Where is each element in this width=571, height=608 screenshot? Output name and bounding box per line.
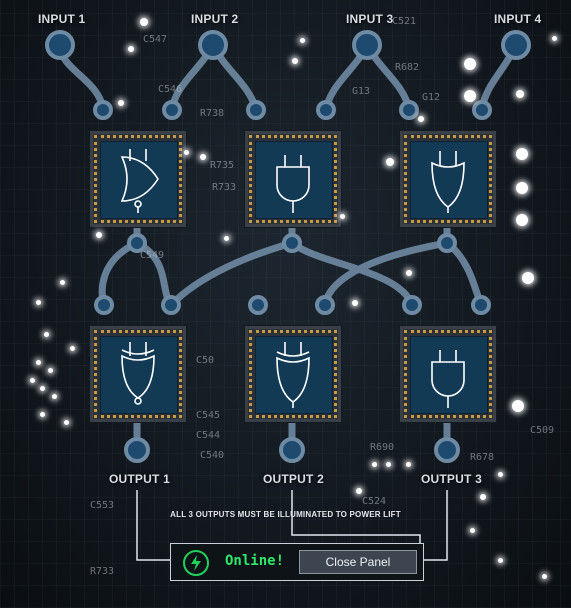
led-light [40,386,45,391]
silkscreen-label: C546 [158,84,183,95]
led-light [552,36,557,41]
xor-gate-icon [276,342,310,408]
and-gate-icon [276,155,310,213]
led-light [70,346,75,351]
output-3-label: OUTPUT 3 [421,472,482,486]
led-light [40,412,45,417]
led-light [118,100,124,106]
led-light [352,300,358,306]
led-light [512,400,524,412]
input-3-label: INPUT 3 [346,12,394,26]
nor-gate-icon [120,149,159,213]
led-light [184,150,189,155]
led-light [542,574,547,579]
led-light [356,488,362,494]
silkscreen-label: R735 [210,160,235,171]
or-gate-icon [431,151,465,213]
led-light [52,394,57,399]
silkscreen-label: C545 [196,410,221,421]
led-light [386,158,394,166]
silkscreen-label: C540 [200,450,225,461]
led-light [418,116,424,122]
silkscreen-label: C509 [530,425,555,436]
led-light [406,270,412,276]
led-light [224,236,229,241]
gate-bottom-3[interactable] [399,325,497,423]
led-light [200,154,206,160]
led-light [128,46,134,52]
silkscreen-label: R738 [200,108,225,119]
gate-top-1[interactable] [89,130,187,228]
output-1-label: OUTPUT 1 [109,472,170,486]
led-light [498,558,503,563]
led-light [470,528,475,533]
silkscreen-label: R678 [470,452,495,463]
led-light [516,148,528,160]
led-light [516,214,528,226]
led-light [36,360,41,365]
silkscreen-label: R733 [90,566,115,577]
led-light [516,90,524,98]
power-bolt-icon [183,550,209,576]
led-light [386,462,391,467]
close-panel-button[interactable]: Close Panel [299,550,417,574]
status-text: Online! [225,553,285,569]
silkscreen-label: C521 [392,16,417,27]
led-light [340,214,345,219]
led-light [60,280,65,285]
led-light [480,494,486,500]
led-light [36,300,41,305]
led-light [498,472,503,477]
led-light [44,332,49,337]
gate-bottom-1[interactable] [89,325,187,423]
silkscreen-label: G13 [352,86,371,97]
silkscreen-label: C50 [196,355,215,366]
input-2-label: INPUT 2 [191,12,239,26]
led-light [96,232,102,238]
led-light [48,368,53,373]
led-light [406,462,411,467]
led-light [64,420,69,425]
led-light [522,272,534,284]
led-light [292,58,298,64]
input-4-label: INPUT 4 [494,12,542,26]
and-gate-icon [431,350,465,408]
led-light [140,18,148,26]
silkscreen-label: R682 [395,62,420,73]
gate-top-2[interactable] [244,130,342,228]
input-1-label: INPUT 1 [38,12,86,26]
silkscreen-label: G12 [422,92,441,103]
silkscreen-label: R733 [212,182,237,193]
led-light [464,90,476,102]
silkscreen-label: C544 [196,430,221,441]
led-light [516,182,528,194]
output-2-label: OUTPUT 2 [263,472,324,486]
led-light [372,462,377,467]
control-panel: Online! Close Panel [170,543,424,581]
led-light [300,38,305,43]
instruction-text: ALL 3 OUTPUTS MUST BE ILLUMINATED TO POW… [170,510,401,519]
silkscreen-label: C549 [140,250,165,261]
circuit-board: INPUT 1 INPUT 2 INPUT 3 INPUT 4 C547 C546… [0,0,571,608]
silkscreen-label: C524 [362,496,387,507]
silkscreen-label: R690 [370,442,395,453]
gate-top-3[interactable] [399,130,497,228]
led-light [464,58,476,70]
gate-bottom-2[interactable] [244,325,342,423]
xnor-gate-icon [121,342,155,405]
led-light [30,378,35,383]
silkscreen-label: C547 [143,34,168,45]
